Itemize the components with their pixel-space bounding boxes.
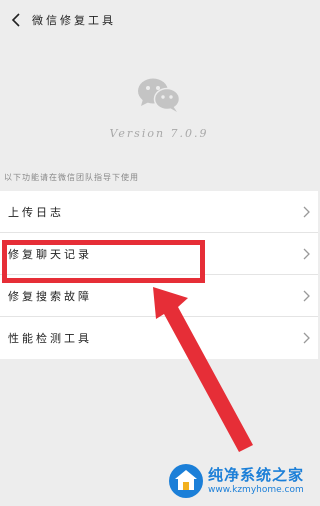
chevron-left-icon bbox=[11, 13, 20, 27]
menu-item-repair-chat-history[interactable]: 修复聊天记录 bbox=[0, 233, 318, 275]
version-label: Version 7.0.9 bbox=[109, 127, 209, 140]
chevron-right-icon bbox=[303, 290, 310, 301]
menu-item-upload-log[interactable]: 上传日志 bbox=[0, 191, 318, 233]
menu-item-performance-tool[interactable]: 性能检测工具 bbox=[0, 317, 318, 359]
back-button[interactable] bbox=[6, 5, 26, 35]
hint-text: 以下功能请在微信团队指导下使用 bbox=[4, 172, 139, 182]
menu-item-label: 上传日志 bbox=[8, 205, 64, 219]
house-logo-icon bbox=[169, 464, 203, 498]
watermark-name: 纯净系统之家 bbox=[208, 466, 305, 484]
page-title: 微信修复工具 bbox=[32, 14, 116, 27]
chevron-right-icon bbox=[303, 332, 310, 344]
site-watermark: 纯净系统之家 www.kzmyhome.com bbox=[168, 458, 318, 504]
watermark-text: 纯净系统之家 www.kzmyhome.com bbox=[208, 466, 304, 496]
app-info: Version 7.0.9 bbox=[0, 40, 318, 163]
menu-item-repair-search[interactable]: 修复搜索故障 bbox=[0, 275, 318, 317]
wechat-logo-icon bbox=[138, 78, 181, 112]
tool-menu: 上传日志 修复聊天记录 修复搜索故障 性能检测工具 bbox=[0, 191, 318, 359]
menu-item-label: 修复聊天记录 bbox=[8, 247, 92, 261]
chevron-right-icon bbox=[303, 248, 310, 259]
watermark-url: www.kzmyhome.com bbox=[208, 485, 304, 495]
chevron-right-icon bbox=[303, 206, 310, 217]
menu-item-label: 修复搜索故障 bbox=[8, 289, 92, 303]
menu-item-label: 性能检测工具 bbox=[8, 332, 92, 345]
top-bar: 微信修复工具 bbox=[0, 0, 318, 40]
